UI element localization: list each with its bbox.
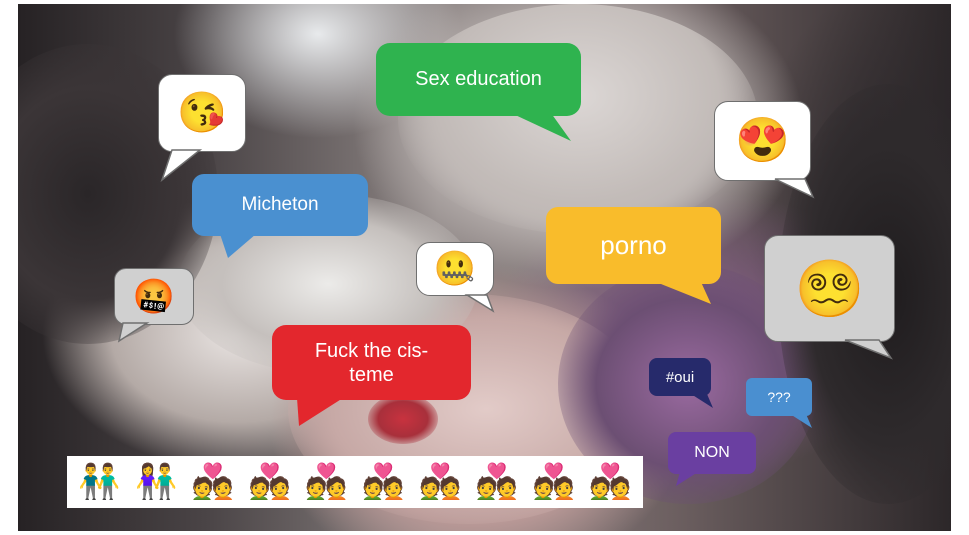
sex-education-bubble: Sex education	[376, 43, 581, 141]
question-text: ???	[767, 389, 791, 405]
couple-heart-icon: 💑	[248, 463, 291, 501]
upper-face-shape	[398, 4, 758, 234]
bubble-tail	[511, 113, 571, 141]
non-bubble: NON	[668, 432, 756, 486]
bubble-tail	[774, 178, 815, 199]
dizzy-emoji-bubble: 😵‍💫	[764, 235, 895, 360]
kissing-emoji-bubble: 😘	[158, 74, 246, 183]
couple-heart-icon: 💑	[475, 463, 519, 501]
heart-eyes-emoji-bubble: 😍	[714, 101, 815, 199]
bubble-tail	[297, 398, 343, 426]
bubble-tail	[676, 472, 698, 486]
heart-eyes-icon: 😍	[735, 116, 790, 165]
bubble-tail	[790, 414, 812, 428]
couple-men-icon: 👬	[78, 463, 121, 501]
bubble-tail	[656, 282, 711, 304]
bubble-tail	[691, 394, 713, 408]
bubble-tail	[117, 322, 150, 343]
sex-education-text: Sex education	[415, 68, 542, 90]
non-text: NON	[694, 444, 730, 461]
couple-man-woman-icon: 👫	[135, 463, 178, 501]
cursing-emoji-bubble: 🤬	[114, 268, 194, 343]
zipper-emoji-bubble: 🤐	[416, 242, 495, 313]
lips-shape	[368, 394, 438, 444]
bubble-tail	[464, 294, 495, 313]
bubble-tail	[844, 339, 893, 360]
micheton-bubble: Micheton	[192, 174, 368, 258]
fuck-the-cisteme-bubble: Fuck the cis- teme	[272, 325, 471, 426]
couple-heart-icon: 💑	[362, 463, 405, 501]
dizzy-face-icon: 😵‍💫	[794, 256, 865, 320]
question-bubble: ???	[746, 378, 812, 428]
couple-heart-icon: 💑	[589, 463, 632, 501]
oui-text: #oui	[665, 368, 695, 386]
micheton-text: Micheton	[241, 194, 319, 215]
porno-text: porno	[600, 230, 667, 260]
fuck-the-cisteme-line1: Fuck the cis-	[314, 339, 429, 362]
fuck-the-cisteme-line2: teme	[349, 363, 394, 386]
couple-heart-icon: 💑	[419, 463, 462, 501]
couple-heart-icon: 💑	[532, 463, 575, 501]
cursing-face-icon: 🤬	[132, 277, 176, 316]
couple-heart-icon: 💑	[305, 463, 348, 501]
oui-bubble: #oui	[649, 358, 713, 408]
bubble-tail	[220, 234, 256, 258]
couples-emoji-strip: 👬 👫 💑 💑 💑 💑 💑 💑 💑 💑	[67, 456, 643, 508]
kissing-face-icon: 😘	[177, 91, 227, 135]
zipper-mouth-icon: 🤐	[433, 250, 477, 288]
porno-bubble: porno	[546, 207, 721, 304]
couple-heart-icon: 💑	[191, 463, 235, 501]
